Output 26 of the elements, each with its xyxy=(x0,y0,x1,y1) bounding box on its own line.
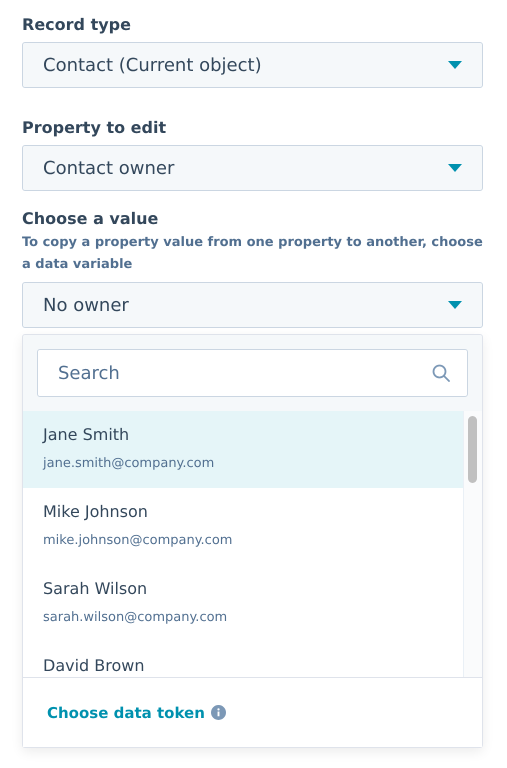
owner-email: sarah.wilson@company.com xyxy=(43,610,228,625)
field-label: Record type xyxy=(22,15,132,34)
select-dropdown[interactable]: No owner xyxy=(22,282,483,328)
search-icon xyxy=(432,364,450,382)
owner-option[interactable]: David Brown xyxy=(23,642,463,677)
scrollbar-thumb[interactable] xyxy=(468,416,477,483)
field-label: Property to edit xyxy=(22,118,168,137)
owner-name: David Brown xyxy=(43,656,144,675)
search-field[interactable]: Search xyxy=(37,349,468,397)
owner-option[interactable]: Sarah Wilson sarah.wilson@company.com xyxy=(23,565,463,642)
caret-icon xyxy=(448,61,462,69)
help-text: To copy a property value from one property to another, choose a data variable xyxy=(22,234,483,274)
owner-option[interactable]: Mike Johnson mike.johnson@company.com xyxy=(23,488,463,565)
owner-name: Sarah Wilson xyxy=(43,579,148,598)
owner-name: Jane Smith xyxy=(43,425,130,444)
field-label: Choose a value xyxy=(22,209,160,228)
owner-email: mike.johnson@company.com xyxy=(43,533,232,548)
owner-email: jane.smith@company.com xyxy=(43,456,214,471)
info-icon xyxy=(210,705,226,720)
owner-option[interactable]: Jane Smith jane.smith@company.com xyxy=(23,411,463,488)
owner-name: Mike Johnson xyxy=(43,502,148,521)
select-dropdown[interactable]: Contact owner xyxy=(22,145,483,191)
choose-data-token-link[interactable]: Choose data token xyxy=(47,704,205,722)
caret-icon xyxy=(448,301,462,309)
select-dropdown[interactable]: Contact (Current object) xyxy=(22,42,483,88)
caret-icon xyxy=(448,164,462,172)
